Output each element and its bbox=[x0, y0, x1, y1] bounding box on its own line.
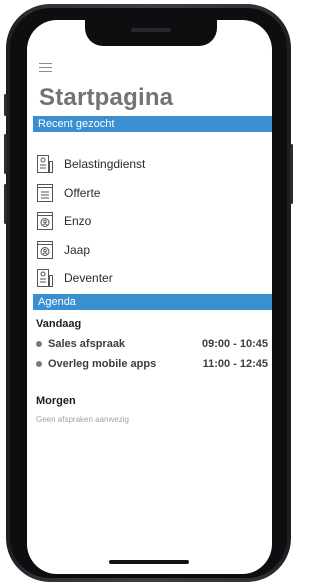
recent-item-label: Jaap bbox=[64, 242, 91, 257]
agenda-event[interactable]: Overleg mobile apps 11:00 - 12:45 bbox=[36, 354, 268, 374]
mute-switch bbox=[4, 94, 7, 116]
company-icon bbox=[37, 155, 53, 174]
power-button bbox=[290, 144, 293, 204]
agenda-event[interactable]: Sales afspraak 09:00 - 10:45 bbox=[36, 334, 268, 354]
recent-item-deventer[interactable]: Deventer bbox=[37, 264, 267, 293]
page-title: Startpagina bbox=[39, 84, 174, 111]
notch bbox=[85, 20, 217, 46]
recent-item-label: Deventer bbox=[64, 271, 113, 286]
recent-item-label: Offerte bbox=[64, 185, 101, 200]
agenda-today-title: Vandaag bbox=[36, 318, 82, 330]
contact-card-icon bbox=[37, 240, 53, 259]
recent-section-header: Recent gezocht bbox=[33, 116, 272, 132]
event-time: 11:00 - 12:45 bbox=[202, 358, 268, 370]
recent-list: Belastingdienst Offerte Enzo Jaap Devent… bbox=[37, 150, 267, 293]
recent-item-offerte[interactable]: Offerte bbox=[37, 179, 267, 208]
empty-agenda-note: Geen afspraken aanwezig bbox=[36, 415, 129, 424]
event-dot-icon bbox=[36, 361, 42, 367]
volume-down-button bbox=[4, 184, 7, 224]
event-name: Overleg mobile apps bbox=[48, 358, 157, 370]
event-time: 09:00 - 10:45 bbox=[201, 338, 268, 350]
agenda-today: Vandaag Sales afspraak 09:00 - 10:45 Ove… bbox=[36, 318, 268, 374]
recent-item-belastingdienst[interactable]: Belastingdienst bbox=[37, 150, 267, 179]
menu-icon[interactable] bbox=[39, 63, 52, 72]
volume-up-button bbox=[4, 134, 7, 174]
event-dot-icon bbox=[36, 341, 42, 347]
agenda-section-header: Agenda bbox=[33, 294, 272, 310]
recent-item-enzo[interactable]: Enzo bbox=[37, 207, 267, 236]
contact-card-icon bbox=[37, 212, 53, 231]
agenda-tomorrow-title: Morgen bbox=[36, 395, 76, 407]
agenda-tomorrow: Morgen Geen afspraken aanwezig bbox=[36, 395, 268, 424]
recent-item-label: Belastingdienst bbox=[64, 157, 146, 172]
company-icon bbox=[37, 269, 53, 288]
recent-item-label: Enzo bbox=[64, 214, 92, 229]
home-indicator[interactable] bbox=[109, 560, 189, 564]
recent-item-jaap[interactable]: Jaap bbox=[37, 236, 267, 265]
event-name: Sales afspraak bbox=[48, 338, 126, 350]
document-icon bbox=[37, 183, 53, 202]
phone-screen: Startpagina Recent gezocht Belastingdien… bbox=[27, 20, 272, 574]
